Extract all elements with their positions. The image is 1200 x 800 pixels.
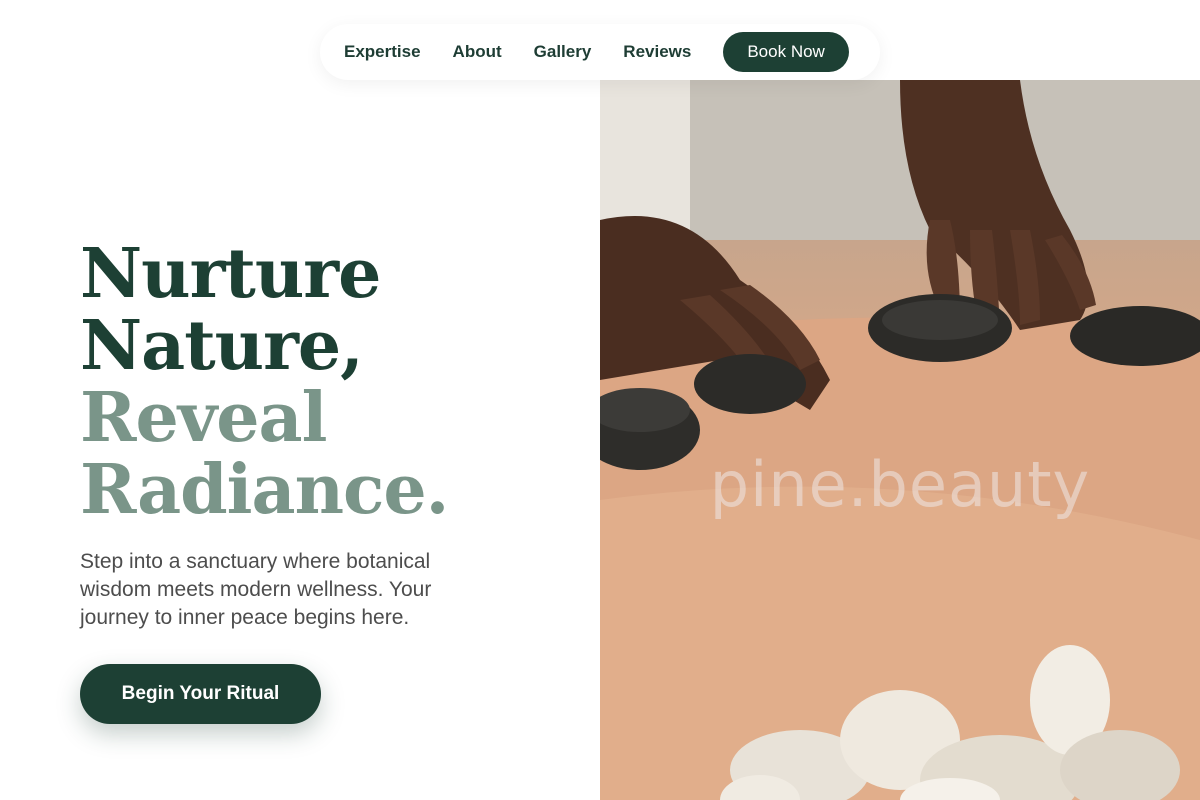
nav-link-expertise[interactable]: Expertise	[344, 42, 421, 62]
hero-headline: Nurture Nature, Reveal Radiance.	[80, 238, 580, 526]
hero-image: pine.beauty	[600, 80, 1200, 800]
landing-page: pine.beauty Expertise About Gallery Revi…	[0, 0, 1200, 800]
image-watermark: pine.beauty	[709, 448, 1091, 521]
book-now-button[interactable]: Book Now	[723, 32, 849, 72]
headline-line-1: Nurture	[80, 234, 381, 314]
hero-subtext: Step into a sanctuary where botanical wi…	[80, 550, 432, 629]
nav-link-gallery[interactable]: Gallery	[534, 42, 592, 62]
top-navigation: Expertise About Gallery Reviews Book Now	[320, 24, 880, 80]
nav-link-reviews[interactable]: Reviews	[623, 42, 691, 62]
headline-line-4: Radiance.	[80, 450, 449, 530]
headline-line-3: Reveal	[80, 378, 327, 458]
massage-stones-illustration	[600, 80, 1200, 800]
nav-link-about[interactable]: About	[453, 42, 502, 62]
begin-ritual-button[interactable]: Begin Your Ritual	[80, 664, 321, 724]
headline-line-2: Nature,	[80, 306, 364, 386]
